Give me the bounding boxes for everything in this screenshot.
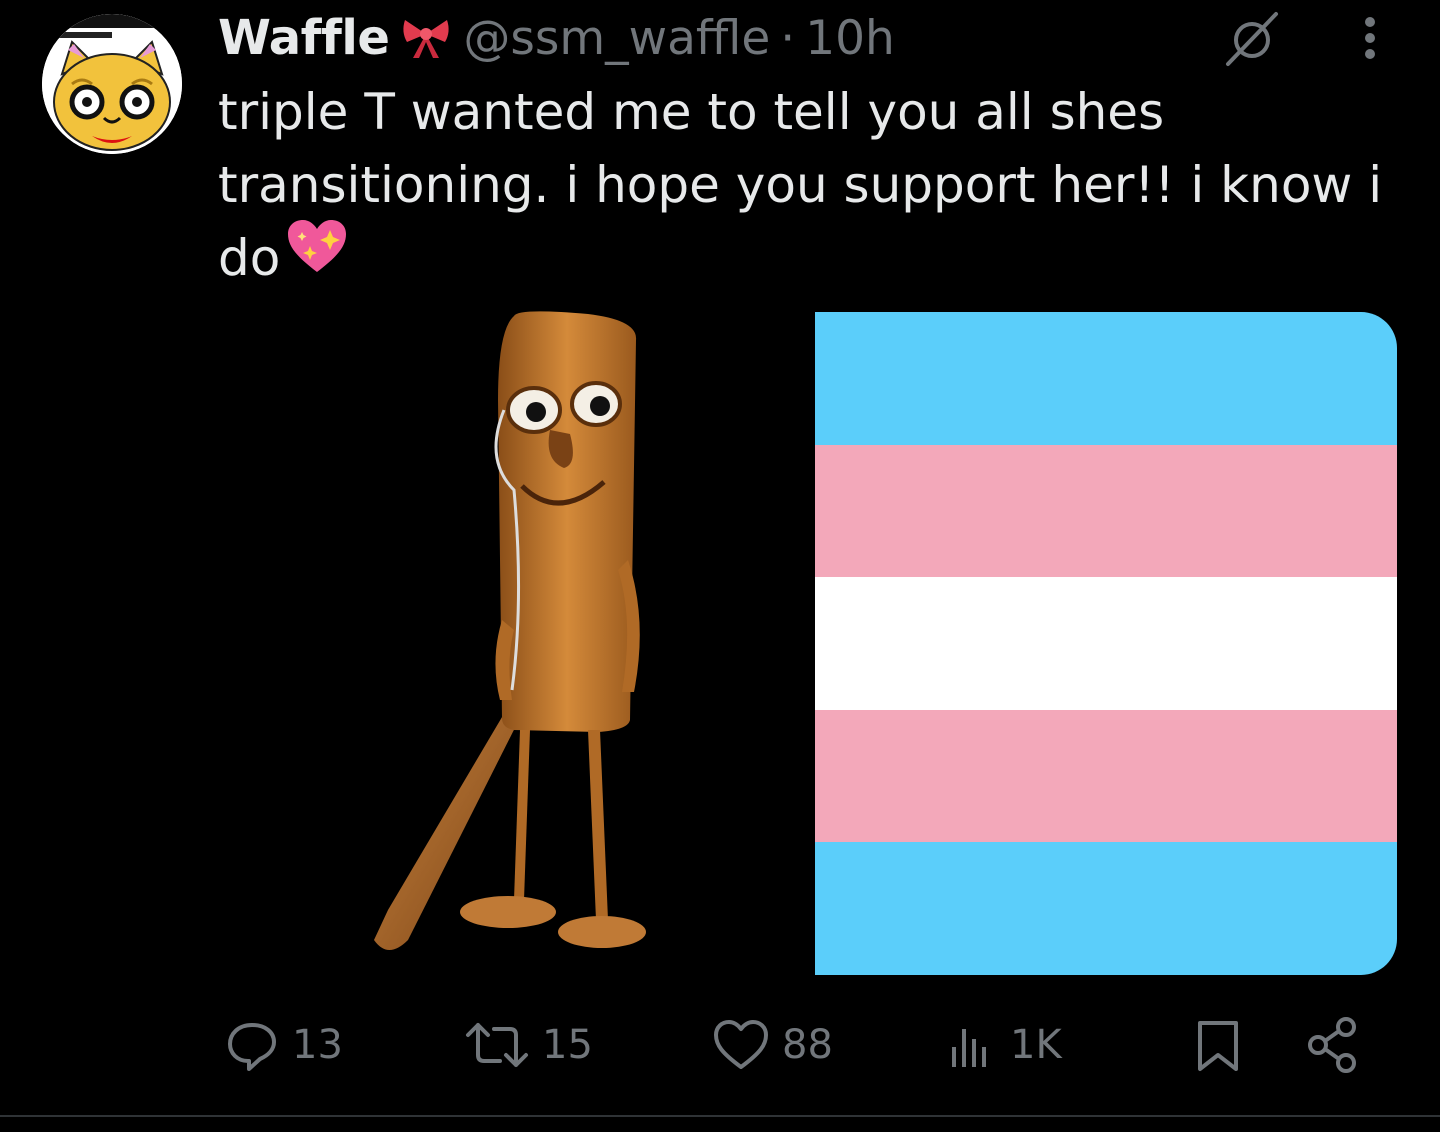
media-image-left[interactable] — [218, 300, 808, 980]
grok-icon[interactable] — [1222, 8, 1282, 68]
action-bar: 13 15 88 1K — [0, 1010, 1440, 1080]
media-image-right[interactable] — [815, 312, 1397, 975]
wooden-figure-image — [218, 300, 808, 980]
user-handle[interactable]: @ssm_waffle — [463, 11, 770, 66]
heart-icon — [714, 1020, 768, 1069]
repost-button[interactable]: 15 — [462, 1010, 593, 1080]
share-icon — [1308, 1017, 1356, 1073]
cat-avatar-image — [42, 14, 182, 154]
post-text: triple T wanted me to tell you all shes … — [218, 76, 1418, 300]
sparkling-heart-emoji-icon — [286, 218, 348, 294]
post-timestamp[interactable]: 10h — [805, 11, 895, 66]
like-count: 88 — [782, 1022, 833, 1068]
more-options-icon[interactable] — [1352, 10, 1388, 66]
flag-stripe-pink-top — [815, 444, 1397, 578]
reply-icon — [228, 1023, 276, 1071]
flag-stripe-pink-bottom — [815, 709, 1397, 843]
post-text-body: triple T wanted me to tell you all shes … — [218, 83, 1383, 287]
separator-dot: · — [780, 10, 796, 66]
reply-button[interactable]: 13 — [222, 1010, 343, 1080]
repost-count: 15 — [542, 1022, 593, 1068]
post-header: Waffle @ssm_waffle · 10h — [218, 6, 895, 70]
flag-stripe-white — [815, 577, 1397, 710]
reply-count: 13 — [292, 1022, 343, 1068]
analytics-icon — [952, 1029, 986, 1067]
repost-icon — [466, 1023, 528, 1067]
bookmark-icon — [1198, 1021, 1238, 1071]
post-divider — [0, 1115, 1440, 1117]
display-name[interactable]: Waffle — [218, 10, 390, 66]
like-button[interactable]: 88 — [710, 1010, 833, 1080]
share-button[interactable] — [1302, 1010, 1366, 1080]
views-button[interactable]: 1K — [944, 1010, 1062, 1080]
flag-stripe-blue-bottom — [815, 842, 1397, 975]
ribbon-emoji-icon — [401, 16, 451, 60]
flag-stripe-blue-top — [815, 312, 1397, 445]
bookmark-button[interactable] — [1190, 1010, 1246, 1080]
view-count: 1K — [1010, 1022, 1062, 1068]
avatar[interactable] — [42, 14, 182, 154]
